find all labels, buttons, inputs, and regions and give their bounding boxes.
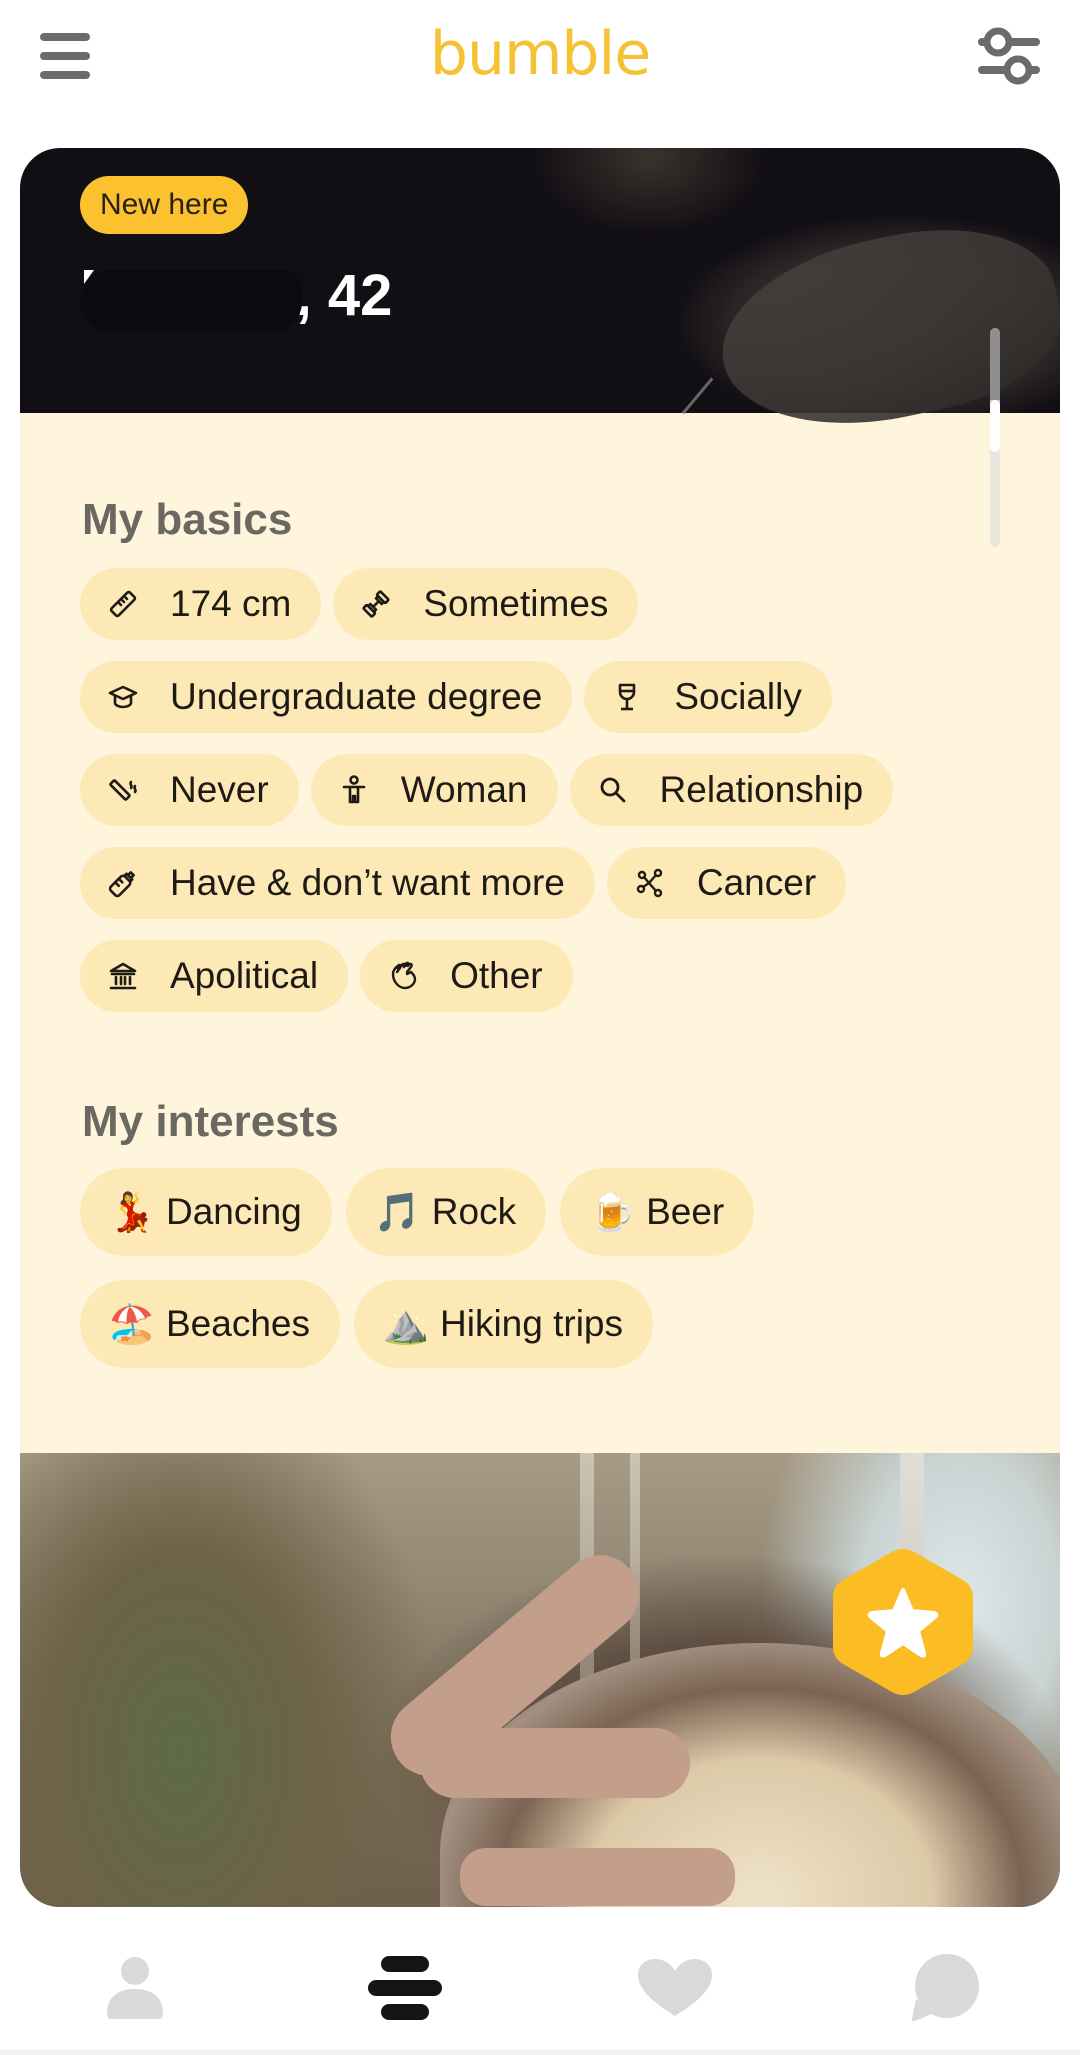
nav-discover-tab[interactable] (360, 1951, 450, 2025)
cigarette-icon (106, 773, 140, 807)
interest-chip-rock[interactable]: 🎵 Rock (345, 1168, 547, 1256)
basic-chip-gender[interactable]: Woman (310, 754, 558, 826)
scroll-indicator-viewed (990, 328, 1000, 400)
basic-chip-star-sign[interactable]: Cancer (606, 847, 847, 919)
music-note-emoji-icon: 🎵 (373, 1190, 422, 1234)
mountain-emoji-icon: ⛰️ (382, 1302, 430, 1346)
dumbbell-icon (359, 587, 393, 621)
superswipe-button[interactable] (829, 1545, 977, 1699)
chat-bubble-icon (911, 1954, 979, 2022)
heart-icon (638, 1959, 712, 2016)
magnifier-icon (596, 773, 630, 807)
beer-mug-emoji-icon: 🍺 (588, 1190, 636, 1234)
chip-label: 174 cm (170, 583, 292, 624)
star-icon (833, 1549, 973, 1695)
my-interests-heading: My interests (82, 1097, 339, 1146)
filter-button[interactable] (974, 24, 1042, 88)
praying-hands-icon (386, 959, 420, 993)
chip-label: Cancer (696, 862, 817, 903)
scroll-indicator-thumb[interactable] (990, 400, 1000, 452)
chip-label: Beaches (166, 1303, 310, 1344)
interest-chip-beaches[interactable]: 🏖️ Beaches (80, 1280, 340, 1368)
nav-profile-tab[interactable] (90, 1951, 180, 2025)
basic-chip-religion[interactable]: Other (360, 940, 573, 1012)
interest-chip-beer[interactable]: 🍺 Beer (560, 1168, 755, 1256)
chip-label: Relationship (659, 769, 864, 810)
chip-label: Woman (400, 769, 528, 810)
new-here-badge: New here (80, 176, 249, 234)
nav-chats-tab[interactable] (900, 1951, 990, 2025)
government-building-icon (106, 959, 140, 993)
ruler-icon (106, 587, 140, 621)
chip-label: Rock (431, 1191, 517, 1232)
face-redaction (420, 1728, 690, 1798)
interest-chip-hiking[interactable]: ⛰️ Hiking trips (354, 1280, 653, 1368)
name-age-row: he, 42 (80, 256, 392, 336)
name-redaction (80, 270, 302, 332)
nav-likes-tab[interactable] (630, 1951, 720, 2025)
baby-bottle-icon (106, 866, 140, 900)
basic-chip-kids[interactable]: Have & don’t want more (80, 847, 595, 919)
basic-chip-smoking[interactable]: Never (80, 754, 299, 826)
chip-label: Have & don’t want more (170, 862, 565, 903)
basic-chip-looking-for[interactable]: Relationship (569, 754, 894, 826)
bumble-hive-icon (368, 1956, 442, 2020)
filter-sliders-icon (978, 27, 1040, 85)
redaction-artifact (84, 270, 94, 284)
photo-scroll-indicator[interactable] (990, 328, 1000, 547)
bumble-logo: bumble (429, 19, 651, 89)
graduation-cap-icon (106, 680, 140, 714)
interests-chip-list: 💃 Dancing 🎵 Rock 🍺 Beer 🏖️ Beaches ⛰️ Hi… (80, 1168, 1000, 1368)
basics-chip-list: 174 cm Sometimes Undergraduate degree So… (80, 568, 1000, 1012)
chip-label: Sometimes (423, 583, 609, 624)
constellation-icon (633, 866, 667, 900)
wine-glass-icon (610, 680, 644, 714)
basic-chip-drinking[interactable]: Socially (584, 661, 832, 733)
profile-photo-top[interactable]: New here he, 42 (20, 148, 1060, 452)
person-icon (337, 773, 371, 807)
chip-label: Undergraduate degree (170, 676, 543, 717)
basic-chip-politics[interactable]: Apolitical (80, 940, 349, 1012)
chip-label: Never (170, 769, 269, 810)
chip-label: Socially (674, 676, 802, 717)
person-icon (107, 1957, 163, 2019)
chip-label: Hiking trips (440, 1303, 623, 1344)
chip-label: Apolitical (170, 955, 319, 996)
basic-chip-education[interactable]: Undergraduate degree (80, 661, 573, 733)
face-redaction (460, 1848, 735, 1906)
bottom-navigation (0, 1907, 1080, 2050)
photo-blur-shape (705, 204, 1060, 452)
basic-chip-height[interactable]: 174 cm (80, 568, 322, 640)
photo-detail (681, 377, 714, 415)
chip-label: Dancing (166, 1191, 302, 1232)
basic-chip-exercise[interactable]: Sometimes (333, 568, 639, 640)
dancer-emoji-icon: 💃 (108, 1190, 156, 1234)
beach-umbrella-emoji-icon: 🏖️ (108, 1302, 156, 1346)
chip-label: Other (450, 955, 543, 996)
my-basics-heading: My basics (82, 495, 293, 544)
chip-label: Beer (646, 1191, 725, 1232)
system-gesture-bar (0, 2050, 1080, 2055)
interest-chip-dancing[interactable]: 💃 Dancing (80, 1168, 332, 1256)
top-bar: bumble (0, 0, 1080, 120)
